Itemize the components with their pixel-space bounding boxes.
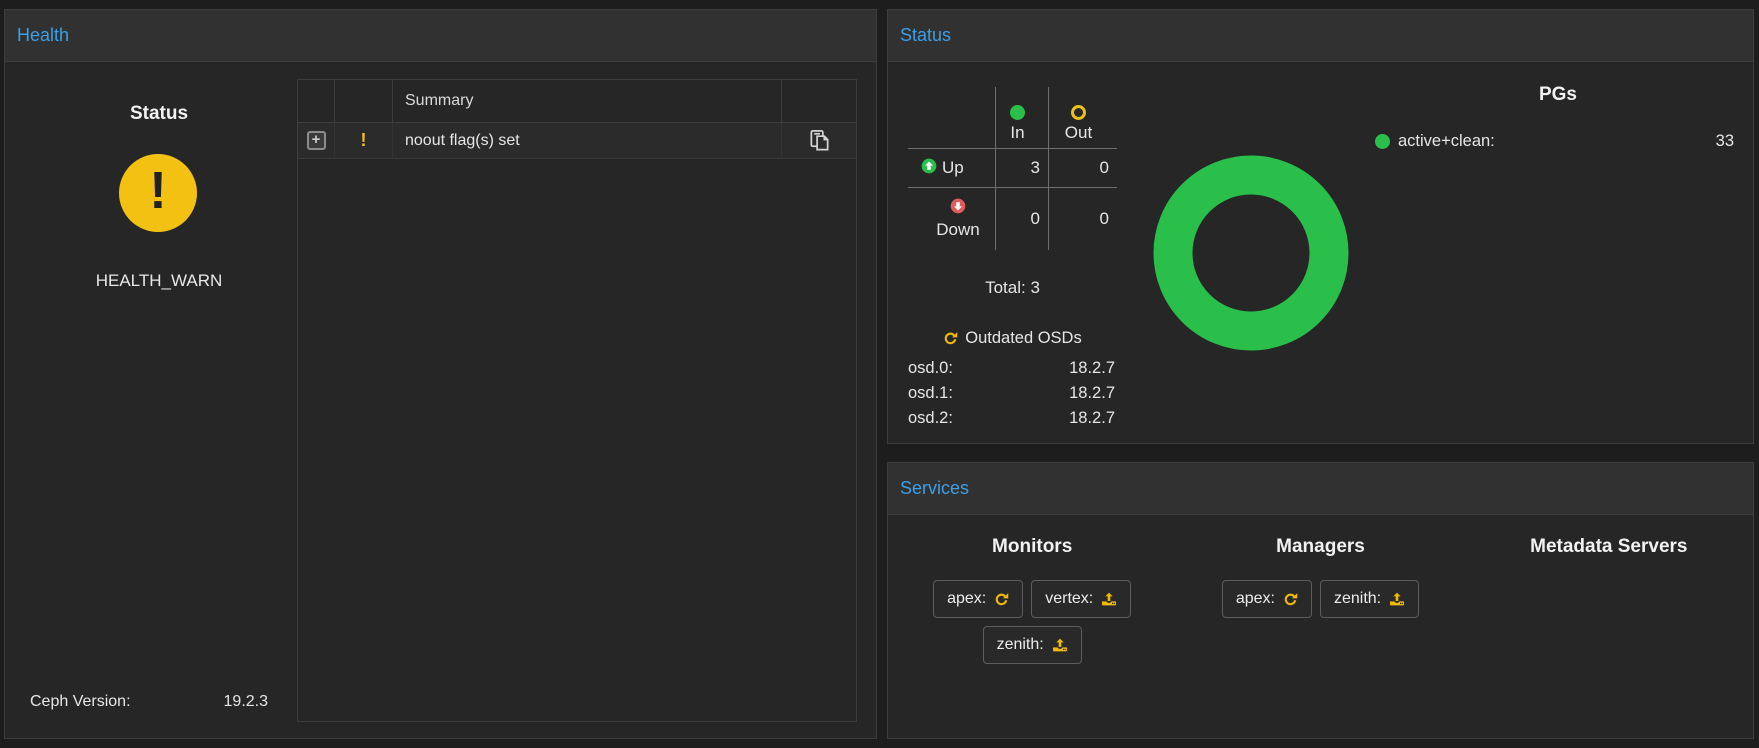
list-item: osd.0: 18.2.7: [908, 356, 1117, 381]
services-panel-title: Services: [900, 478, 969, 499]
active-clean-dot-icon: [1375, 134, 1390, 149]
health-panel-title: Health: [17, 25, 69, 46]
arrow-circle-down-icon: [950, 198, 966, 219]
ceph-dashboard: Health Status ! HEALTH_WARN Ceph Version…: [0, 0, 1759, 748]
upload-icon: [1389, 591, 1405, 607]
monitors-group: Monitors apex: verte: [888, 515, 1176, 738]
health-status-value: HEALTH_WARN: [13, 271, 305, 291]
osd-up-out-value: 0: [1049, 149, 1117, 188]
service-badge-mgr-apex: apex:: [1222, 580, 1312, 618]
in-dot-icon: [1010, 105, 1025, 120]
metadata-servers-heading: Metadata Servers: [1465, 536, 1753, 558]
services-panel-header: Services: [888, 463, 1753, 515]
upload-icon: [1101, 591, 1117, 607]
pgs-donut-chart: [1153, 155, 1349, 351]
osd-col-in: In: [996, 87, 1049, 149]
status-panel-body: In Out Up 3 0: [888, 62, 1753, 443]
health-warning-icon: !: [119, 154, 197, 232]
ceph-version-label: Ceph Version:: [30, 693, 131, 711]
pgs-legend-value: 33: [1716, 132, 1741, 151]
osd-total: Total: 3: [908, 278, 1117, 298]
monitors-heading: Monitors: [888, 536, 1176, 558]
osd-up-in-value: 3: [996, 149, 1049, 188]
pgs-legend-label: active+clean:: [1398, 132, 1495, 151]
upload-icon: [1052, 637, 1068, 653]
health-panel-body: Status ! HEALTH_WARN Ceph Version: 19.2.…: [5, 62, 876, 738]
refresh-icon: [994, 592, 1009, 607]
list-item: osd.2: 18.2.7: [908, 406, 1117, 431]
osd-row-down: Down: [908, 188, 996, 250]
osd-col-out: Out: [1049, 87, 1117, 149]
osd-row-up: Up: [908, 149, 996, 188]
summary-table-header: Summary: [298, 80, 856, 123]
refresh-icon: [943, 331, 958, 346]
outdated-osds-heading: Outdated OSDs: [908, 329, 1117, 348]
health-panel: Health Status ! HEALTH_WARN Ceph Version…: [4, 9, 877, 739]
status-panel: Status In Out: [887, 9, 1754, 444]
osd-table-corner-cell: [908, 87, 996, 149]
services-panel-body: Monitors apex: verte: [888, 515, 1753, 738]
status-panel-title: Status: [900, 25, 951, 46]
copy-column-header: [782, 80, 856, 123]
outdated-osds-list: osd.0: 18.2.7 osd.1: 18.2.7 osd.2: 18.2.…: [908, 356, 1117, 431]
expand-column-header: [298, 80, 335, 123]
summary-column-header[interactable]: Summary: [393, 80, 782, 123]
pgs-legend-row: active+clean: 33: [1375, 132, 1741, 151]
warning-exclamation-icon: !: [361, 130, 367, 151]
refresh-icon: [1283, 592, 1298, 607]
out-ring-icon: [1071, 105, 1086, 120]
arrow-circle-up-icon: [921, 158, 937, 179]
osd-down-in-value: 0: [996, 188, 1049, 250]
health-status-heading: Status: [13, 103, 305, 125]
osd-count-table: In Out Up 3 0: [908, 87, 1117, 250]
services-panel: Services Monitors apex:: [887, 462, 1754, 739]
status-panel-header: Status: [888, 10, 1753, 62]
pgs-heading: PGs: [1375, 84, 1741, 106]
managers-group: Managers apex: zenit: [1176, 515, 1464, 738]
metadata-servers-group: Metadata Servers: [1465, 515, 1753, 738]
service-badge-mon-vertex: vertex:: [1031, 580, 1131, 618]
service-badge-mgr-zenith: zenith:: [1320, 580, 1419, 618]
list-item: osd.1: 18.2.7: [908, 381, 1117, 406]
severity-column-header: [335, 80, 393, 123]
expand-row-button[interactable]: +: [307, 131, 326, 150]
summary-cell-text: noout flag(s) set: [405, 132, 520, 150]
ceph-version-row: Ceph Version: 19.2.3: [30, 693, 268, 711]
health-panel-header: Health: [5, 10, 876, 62]
ceph-version-value: 19.2.3: [224, 693, 268, 711]
table-row[interactable]: + ! noout flag(s) set: [298, 123, 856, 159]
service-badge-mon-apex: apex:: [933, 580, 1023, 618]
service-badge-mon-zenith: zenith:: [983, 626, 1082, 664]
copy-icon[interactable]: [808, 129, 831, 152]
managers-heading: Managers: [1176, 536, 1464, 558]
osd-down-out-value: 0: [1049, 188, 1117, 250]
health-summary-table: Summary + ! noout flag(s) set: [297, 79, 857, 722]
